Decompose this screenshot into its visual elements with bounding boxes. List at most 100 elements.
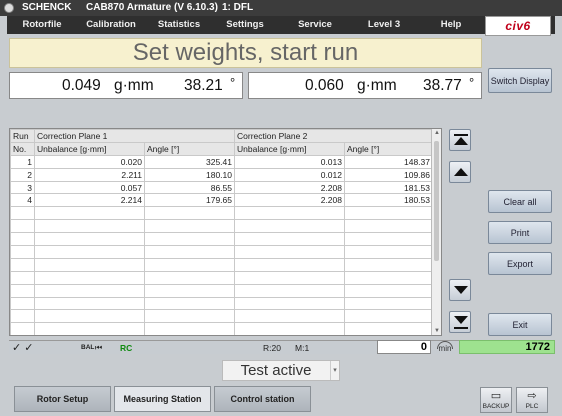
table-row-empty	[10, 206, 433, 221]
table-row-empty	[10, 245, 433, 259]
cell-unbalance1: 0.057	[34, 180, 145, 195]
company-logo: civ6	[485, 16, 551, 36]
table-row-empty	[10, 257, 433, 272]
cell-no: 3	[10, 180, 35, 195]
table-scrollbar[interactable]: ▲ ▼	[431, 129, 441, 335]
plane2-value: 0.060	[305, 77, 344, 94]
plc-button[interactable]: ⇨ PLC	[516, 387, 548, 413]
app-window: SCHENCK CAB870 Armature (V 6.10.3) 1: DF…	[0, 0, 562, 416]
cell-angle2: 180.53	[344, 193, 433, 208]
menu-service[interactable]: Service	[289, 16, 341, 34]
page-down-button[interactable]	[449, 279, 471, 301]
tab-measuring-station[interactable]: Measuring Station	[114, 386, 211, 412]
bar-icon	[454, 327, 468, 329]
play-pause-icon: ⏮	[95, 343, 103, 352]
test-state-text: Test active	[240, 362, 312, 379]
cell-angle2: 181.53	[344, 180, 433, 195]
header-run: Run	[10, 129, 35, 143]
scroll-down-icon[interactable]: ▼	[434, 328, 440, 334]
header-angle1: Angle [°]	[144, 141, 235, 156]
table-row-empty	[10, 232, 433, 247]
page-up-button[interactable]	[449, 161, 471, 183]
scroll-top-button[interactable]	[449, 129, 471, 151]
dropdown-icon[interactable]: ▾	[330, 361, 339, 380]
header-angle2: Angle [°]	[344, 141, 433, 156]
results-table: Run Correction Plane 1 Correction Plane …	[9, 128, 442, 336]
exit-button[interactable]: Exit	[488, 313, 552, 336]
plane1-angle-unit: °	[230, 75, 236, 90]
table-row-empty	[10, 219, 433, 234]
plane1-unit: g·mm	[114, 77, 154, 94]
plane2-angle-unit: °	[469, 75, 475, 90]
menu-bar: Rotorfile Calibration Statistics Setting…	[7, 16, 555, 34]
cell-unbalance1: 2.211	[34, 167, 145, 182]
plane2-angle: 38.77	[423, 77, 462, 94]
table-row[interactable]: 3 0.057 86.55 2.208 181.53	[10, 180, 433, 195]
cell-unbalance2: 2.208	[234, 180, 345, 195]
cell-no: 2	[10, 167, 35, 182]
mode-count: M:1	[295, 343, 310, 353]
cell-angle1: 325.41	[144, 154, 235, 169]
scrollbar-thumb[interactable]	[434, 141, 439, 261]
test-state-field[interactable]: Test active ▾	[222, 360, 340, 381]
scroll-up-icon[interactable]: ▲	[434, 130, 440, 136]
menu-calibration[interactable]: Calibration	[77, 16, 145, 34]
triangle-up-icon	[454, 168, 468, 176]
rc-indicator: RC	[120, 343, 133, 353]
plane2-unit: g·mm	[357, 77, 397, 94]
bar-icon	[454, 134, 468, 136]
tab-control-station[interactable]: Control station	[214, 386, 311, 412]
backup-icon: ▭	[490, 390, 502, 402]
results-grid: Run Correction Plane 1 Correction Plane …	[10, 129, 433, 335]
backup-button[interactable]: ▭ BACKUP	[480, 387, 512, 413]
app-icon	[4, 3, 14, 13]
plane1-angle: 38.21	[184, 77, 223, 94]
menu-level[interactable]: Level 3	[357, 16, 411, 34]
print-button[interactable]: Print	[488, 221, 552, 244]
cell-angle1: 179.65	[144, 193, 235, 208]
plane2-display: 0.060 g·mm 38.77 °	[248, 72, 482, 99]
minute-icon: min	[433, 340, 457, 354]
run-count: R:20	[263, 343, 281, 353]
cell-unbalance1: 2.214	[34, 193, 145, 208]
menu-settings[interactable]: Settings	[217, 16, 273, 34]
menu-statistics[interactable]: Statistics	[149, 16, 209, 34]
header-no: No.	[10, 141, 35, 156]
plane1-value: 0.049	[62, 77, 101, 94]
table-row-empty	[10, 270, 433, 285]
table-row-empty	[10, 296, 433, 311]
triangle-down-icon	[454, 286, 468, 294]
tab-rotor-setup[interactable]: Rotor Setup	[14, 386, 111, 412]
cell-unbalance1: 0.020	[34, 154, 145, 169]
app-title: CAB870 Armature (V 6.10.3)	[86, 2, 218, 13]
cell-angle2: 109.86	[344, 167, 433, 182]
table-row-empty	[10, 283, 433, 298]
scroll-bottom-button[interactable]	[449, 311, 471, 333]
table-row[interactable]: 4 2.214 179.65 2.208 180.53	[10, 193, 433, 208]
cell-unbalance2: 0.013	[234, 154, 345, 169]
plc-label: PLC	[525, 403, 539, 410]
header-unbalance1: Unbalance [g·mm]	[34, 141, 145, 156]
table-row[interactable]: 2 2.211 180.10 0.012 109.86	[10, 167, 433, 182]
arrow-right-icon: ⇨	[527, 390, 537, 402]
header-plane1: Correction Plane 1	[34, 129, 235, 143]
cell-no: 4	[10, 193, 35, 208]
table-row[interactable]: 1 0.020 325.41 0.013 148.37	[10, 154, 433, 169]
menu-rotorfile[interactable]: Rotorfile	[13, 16, 71, 34]
cell-no: 1	[10, 154, 35, 169]
plane1-display: 0.049 g·mm 38.21 °	[9, 72, 243, 99]
check-icons: ✓ ✓	[12, 342, 34, 354]
title-bar: SCHENCK CAB870 Armature (V 6.10.3) 1: DF…	[0, 0, 562, 16]
clear-all-button[interactable]: Clear all	[488, 190, 552, 213]
export-button[interactable]: Export	[488, 252, 552, 275]
triangle-down-icon	[454, 316, 468, 324]
cell-angle1: 180.10	[144, 167, 235, 182]
cell-unbalance2: 0.012	[234, 167, 345, 182]
backup-label: BACKUP	[482, 403, 510, 410]
menu-help[interactable]: Help	[431, 16, 471, 34]
cell-angle1: 86.55	[144, 180, 235, 195]
switch-display-button[interactable]: Switch Display	[488, 68, 552, 93]
cell-angle2: 148.37	[344, 154, 433, 169]
header-unbalance2: Unbalance [g·mm]	[234, 141, 345, 156]
triangle-up-icon	[454, 137, 468, 145]
